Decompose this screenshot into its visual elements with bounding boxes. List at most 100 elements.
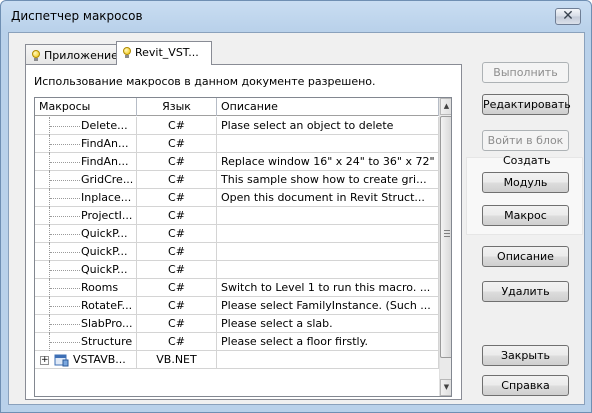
table-row[interactable]: ProjectI... C#	[35, 207, 439, 225]
tab-document[interactable]: Revit_VST...	[116, 41, 212, 65]
table-row[interactable]: QuickP... C#	[35, 225, 439, 243]
bulb-icon	[32, 50, 40, 61]
description-cell: Please select a floor firstly.	[217, 333, 439, 351]
table-row[interactable]: RotateF... C# Please select FamilyInstance…	[35, 297, 439, 315]
column-header-description[interactable]: Описание	[217, 98, 439, 116]
table-row[interactable]: FindAn... C# Replace window 16" x 24" to 3…	[35, 153, 439, 171]
macro-name-cell: GridCre...	[35, 171, 137, 189]
macro-name: ProjectI...	[81, 209, 133, 222]
table-row[interactable]: QuickP... C#	[35, 261, 439, 279]
macro-name-cell: Delete...	[35, 117, 137, 135]
close-icon: ✕	[562, 8, 574, 24]
description-cell	[217, 261, 439, 279]
create-macro-button[interactable]: Макрос	[482, 205, 569, 226]
macro-name-cell: FindAn...	[35, 135, 137, 153]
language-cell: C#	[137, 135, 217, 153]
macro-name: Delete...	[81, 119, 128, 132]
table-row[interactable]: GridCre... C# This sample show how to crea…	[35, 171, 439, 189]
column-header-language[interactable]: Язык	[137, 98, 217, 116]
macro-name: QuickP...	[81, 227, 128, 240]
tree-connector	[50, 270, 80, 271]
tab-application[interactable]: Приложение	[25, 44, 118, 64]
table-row[interactable]: Rooms C# Switch to Level 1 to run this mac…	[35, 279, 439, 297]
project-name: VSTAVB...	[73, 353, 126, 366]
description-cell	[217, 207, 439, 225]
column-header-macros[interactable]: Макросы	[35, 98, 137, 116]
table-row[interactable]: QuickP... C#	[35, 243, 439, 261]
title-bar[interactable]: Диспетчер макросов ✕	[1, 1, 591, 33]
description-cell: Open this document in Revit Struct...	[217, 189, 439, 207]
language-cell: C#	[137, 243, 217, 261]
tree-connector	[50, 342, 80, 343]
language-cell: C#	[137, 333, 217, 351]
bulb-icon	[123, 47, 131, 58]
create-module-button[interactable]: Модуль	[482, 172, 569, 193]
language-cell: C#	[137, 189, 217, 207]
description-cell	[217, 135, 439, 153]
tree-connector	[50, 288, 80, 289]
macro-grid: Макросы Язык Описание Delete... C# Plase s…	[34, 97, 452, 397]
run-button[interactable]: Выполнить	[482, 62, 569, 83]
dialog-client-area: Приложение Revit_VST... Использование ма…	[8, 32, 585, 405]
table-row[interactable]: FindAn... C#	[35, 135, 439, 153]
table-row[interactable]: SlabPro... C# Please select a slab.	[35, 315, 439, 333]
macro-name: Structure	[81, 335, 133, 348]
close-window-button[interactable]: ✕	[555, 8, 581, 25]
language-cell: C#	[137, 315, 217, 333]
tree-connector	[50, 216, 80, 217]
description-cell	[217, 225, 439, 243]
macro-name-cell: QuickP...	[35, 261, 137, 279]
description-button[interactable]: Описание	[482, 246, 569, 267]
macro-manager-window: Диспетчер макросов ✕ Приложение Revit_VS…	[0, 0, 592, 413]
delete-button[interactable]: Удалить	[482, 281, 569, 302]
scrollbar-thumb[interactable]	[440, 116, 451, 358]
macro-name: SlabPro...	[81, 317, 133, 330]
table-row[interactable]: Delete... C# Plase select an object to del…	[35, 117, 439, 135]
macro-name-cell: SlabPro...	[35, 315, 137, 333]
language-cell: C#	[137, 207, 217, 225]
tree-connector	[50, 180, 80, 181]
language-cell: C#	[137, 171, 217, 189]
macro-name: RotateF...	[81, 299, 133, 312]
description-cell: This sample show how to create gri...	[217, 171, 439, 189]
close-button[interactable]: Закрыть	[482, 345, 569, 366]
scroll-up-arrow-icon[interactable]: ▲	[440, 98, 451, 115]
project-row[interactable]: + VSTAVB... VB.NET	[35, 351, 439, 369]
project-name-cell: + VSTAVB...	[35, 351, 137, 369]
tab-application-label: Приложение	[44, 49, 118, 62]
macro-name-cell: QuickP...	[35, 243, 137, 261]
macro-name-cell: Rooms	[35, 279, 137, 297]
help-button[interactable]: Справка	[482, 375, 569, 396]
vertical-scrollbar[interactable]: ▲ ▼	[439, 98, 451, 396]
description-cell	[217, 351, 439, 369]
description-cell: Switch to Level 1 to run this macro. ...	[217, 279, 439, 297]
description-cell: Plase select an object to delete	[217, 117, 439, 135]
expand-icon[interactable]: +	[40, 356, 49, 365]
language-cell: C#	[137, 261, 217, 279]
macro-name-cell: FindAn...	[35, 153, 137, 171]
macro-name: QuickP...	[81, 245, 128, 258]
language-cell: C#	[137, 225, 217, 243]
macro-name-cell: Inplace...	[35, 189, 137, 207]
macro-name-cell: ProjectI...	[35, 207, 137, 225]
tree-connector	[50, 252, 80, 253]
table-row[interactable]: Structure C# Please select a floor firstly…	[35, 333, 439, 351]
edit-button[interactable]: Редактировать	[482, 94, 571, 115]
language-cell: C#	[137, 279, 217, 297]
macro-name: FindAn...	[81, 155, 129, 168]
macro-name-cell: Structure	[35, 333, 137, 351]
macro-name-cell: RotateF...	[35, 297, 137, 315]
macro-name: QuickP...	[81, 263, 128, 276]
step-into-button[interactable]: Войти в блок	[482, 130, 569, 151]
tree-connector	[50, 324, 80, 325]
tree-connector	[50, 234, 80, 235]
table-row[interactable]: Inplace... C# Open this document in Revit …	[35, 189, 439, 207]
macro-name-cell: QuickP...	[35, 225, 137, 243]
grid-header: Макросы Язык Описание	[35, 98, 439, 116]
macro-name: FindAn...	[81, 137, 129, 150]
tree-connector	[50, 306, 80, 307]
macro-name: Inplace...	[81, 191, 132, 204]
scroll-down-arrow-icon[interactable]: ▼	[440, 379, 451, 396]
language-cell: C#	[137, 297, 217, 315]
macro-name: Rooms	[81, 281, 119, 294]
